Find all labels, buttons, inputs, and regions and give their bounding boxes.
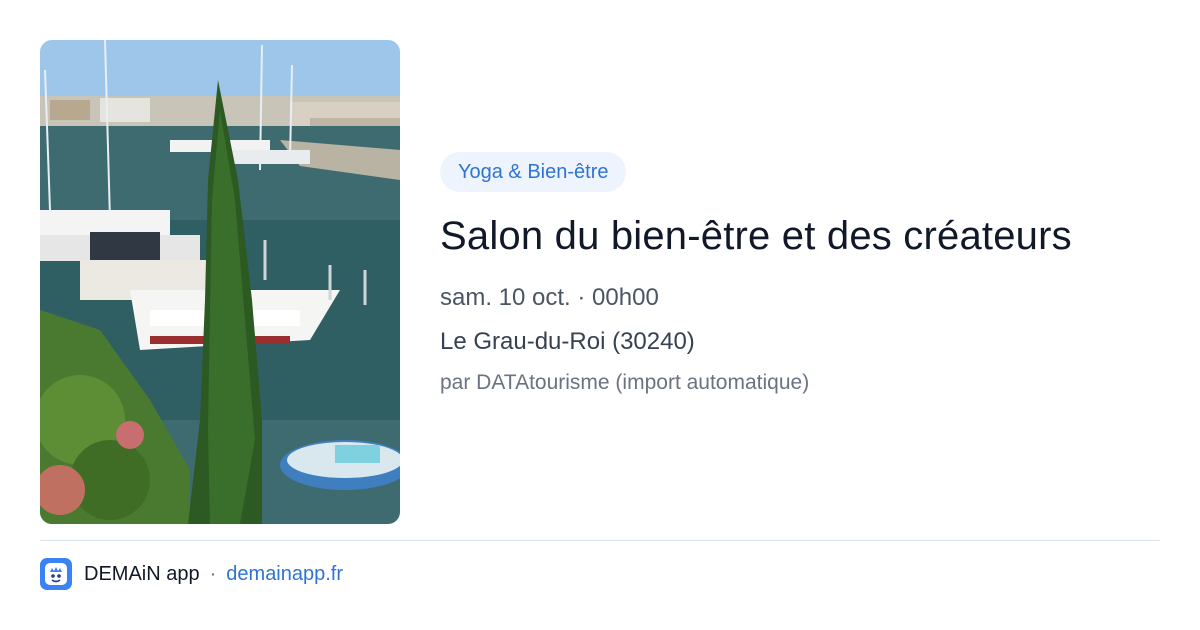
app-name: DEMAiN app: [84, 562, 200, 585]
event-datetime: sam. 10 oct. · 00h00: [440, 284, 659, 311]
app-domain-link[interactable]: demainapp.fr: [226, 563, 343, 586]
category-badge[interactable]: Yoga & Bien-être: [440, 152, 627, 192]
event-photo: [40, 40, 400, 524]
event-title: Salon du bien-être et des créateurs: [440, 214, 1072, 258]
footer-divider: [40, 540, 1160, 541]
event-source: par DATAtourisme (import automatique): [440, 371, 810, 394]
footer-separator: ·: [209, 562, 217, 585]
event-info: Yoga & Bien-être Salon du bien-être et d…: [440, 152, 1170, 397]
demain-app-icon: [40, 558, 72, 590]
marina-photo-illustration: [40, 40, 400, 524]
event-location: Le Grau-du-Roi (30240): [440, 328, 695, 355]
footer: DEMAiN app · demainapp.fr: [40, 558, 343, 590]
